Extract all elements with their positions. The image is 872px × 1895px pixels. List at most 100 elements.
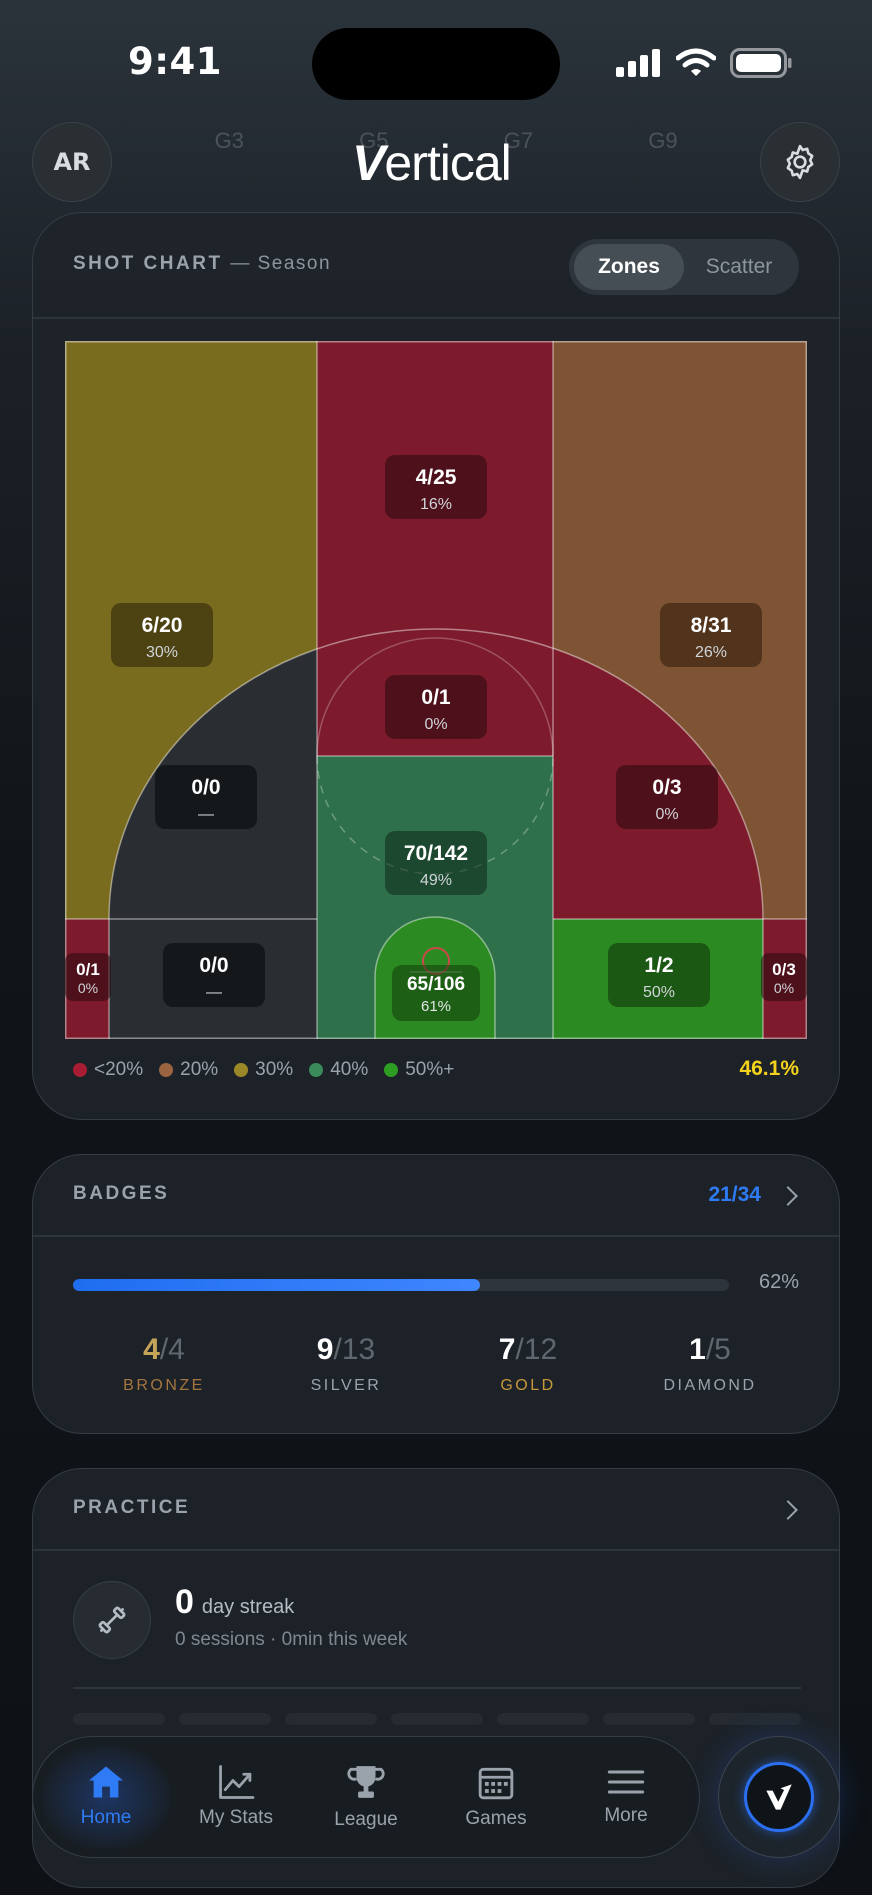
wifi-icon [676, 48, 716, 76]
zone-label-top-three: 4/25 16% [385, 455, 487, 519]
app-logo: Vertical [352, 134, 512, 192]
badges-card[interactable]: BADGES 21/34 62% 4/4 BRONZE 9/13 SILVER … [32, 1154, 840, 1434]
avatar-button[interactable]: AR [32, 122, 112, 202]
legend-dot [73, 1063, 87, 1077]
streak-summary: 0 day streak [175, 1583, 294, 1622]
zone-pct: 0% [655, 806, 678, 823]
tab-more[interactable]: More [561, 1745, 691, 1849]
tab-label: My Stats [199, 1807, 273, 1828]
day-pill [73, 1713, 165, 1725]
tier-earned: 1 [689, 1333, 706, 1366]
zone-label-left-corner-three: 0/1 0% [65, 953, 111, 1001]
badges-progress-pct: 62% [758, 1271, 799, 1293]
zone-made-att: 4/25 [416, 466, 457, 489]
chevron-right-icon[interactable] [778, 1186, 798, 1206]
shot-chart-heading: SHOT CHART [73, 253, 223, 274]
tier-count: 9/13 [317, 1333, 375, 1367]
shot-chart-title: SHOT CHART — Season [73, 253, 331, 275]
practice-title: PRACTICE [73, 1497, 191, 1518]
zone-made-att: 6/20 [142, 614, 183, 637]
gear-icon [786, 144, 814, 180]
zone-label-paint: 70/142 49% [385, 831, 487, 895]
zone-label-free-throw-top: 0/1 0% [385, 675, 487, 739]
zone-label-left-mid: 0/0 — [155, 765, 257, 829]
tier-diamond: 1/5 DIAMOND [630, 1333, 790, 1395]
dynamic-island [312, 28, 560, 100]
scatter-toggle[interactable]: Scatter [684, 244, 794, 290]
tier-total: /5 [705, 1333, 731, 1366]
zones-toggle[interactable]: Zones [574, 244, 684, 290]
zone-label-right-baseline: 1/2 50% [608, 943, 710, 1007]
shot-chart-period: — Season [230, 253, 332, 274]
battery-icon [730, 48, 792, 78]
zone-label-left-wing-three: 6/20 30% [111, 603, 213, 667]
tab-games[interactable]: Games [431, 1745, 561, 1849]
zone-pct: 30% [146, 644, 178, 661]
legend-label: <20% [94, 1059, 144, 1080]
home-icon [89, 1766, 123, 1798]
day-pill [709, 1713, 801, 1725]
status-time: 9:41 [128, 40, 223, 83]
tier-total: /13 [333, 1333, 376, 1366]
tab-home[interactable]: Home [41, 1745, 171, 1849]
tab-league[interactable]: League [301, 1745, 431, 1849]
zone-made-att: 65/106 [407, 974, 465, 995]
tier-name: SILVER [310, 1377, 382, 1394]
legend-dot [234, 1063, 249, 1077]
legend-label: 50%+ [405, 1059, 455, 1080]
zone-pct: 0% [424, 716, 447, 733]
tier-count: 4/4 [143, 1333, 185, 1367]
tier-total: /4 [159, 1333, 185, 1366]
zone-made-att: 0/1 [421, 686, 451, 709]
view-toggle: Zones Scatter [569, 239, 799, 295]
zone-made-att: 8/31 [691, 614, 732, 637]
tab-label: Home [80, 1807, 132, 1828]
zone-label-right-mid: 0/3 0% [616, 765, 718, 829]
app-header: G1 G3 G5 G7 G9 G AR Vertical [0, 118, 872, 208]
fab-ring [744, 1762, 814, 1832]
zone-pct: — [206, 984, 222, 1001]
settings-button[interactable] [760, 122, 840, 202]
status-bar: 9:41 [0, 0, 872, 120]
menu-icon [607, 1770, 645, 1794]
weekly-summary: 0 sessions · 0min this week [175, 1629, 408, 1650]
chevron-right-icon[interactable] [778, 1500, 798, 1520]
card-divider [33, 317, 839, 319]
zone-made-att: 0/0 [191, 776, 220, 799]
zone-pct: — [198, 806, 214, 823]
status-icons [616, 48, 792, 78]
zone-made-att: 70/142 [404, 842, 468, 865]
day-pill [603, 1713, 695, 1725]
zone-pct: 0% [78, 980, 98, 996]
legend-label: 20% [180, 1059, 219, 1080]
tier-earned: 4 [143, 1333, 160, 1366]
game-strip-item: G3 [214, 128, 244, 153]
zone-made-att: 0/1 [76, 960, 100, 979]
zone-made-att: 1/2 [644, 954, 673, 977]
shot-chart-legend: <20% 20% 30% 40% 50%+ [73, 1059, 458, 1081]
legend-item: 20% [159, 1059, 218, 1081]
day-pill [285, 1713, 377, 1725]
zone-pct: 61% [421, 998, 451, 1015]
legend-item: 50%+ [384, 1059, 454, 1081]
logo-initial: V [352, 135, 385, 191]
court: 4/25 16% 6/20 30% 8/31 26% 0/1 0% 0/0 — … [65, 341, 807, 1039]
tab-my-stats[interactable]: My Stats [171, 1745, 301, 1849]
tier-silver: 9/13 SILVER [266, 1333, 426, 1395]
badges-count: 21/34 [708, 1183, 761, 1206]
streak-label: day streak [201, 1596, 295, 1618]
day-pill [391, 1713, 483, 1725]
legend-label: 30% [255, 1059, 294, 1080]
tier-name: BRONZE [123, 1377, 205, 1394]
zone-label-right-wing-three: 8/31 26% [660, 603, 762, 667]
logo-wordmark: ertical [384, 135, 511, 191]
week-day-row [73, 1713, 801, 1725]
zone-made-att: 0/0 [199, 954, 228, 977]
calendar-icon [478, 1767, 514, 1800]
zone-pct: 26% [695, 644, 727, 661]
zone-pct: 16% [420, 496, 452, 513]
badges-progress-fill [73, 1279, 480, 1291]
zone-pct: 49% [420, 872, 452, 889]
zone-pct: 0% [774, 980, 794, 996]
vertical-action-button[interactable] [718, 1736, 840, 1858]
